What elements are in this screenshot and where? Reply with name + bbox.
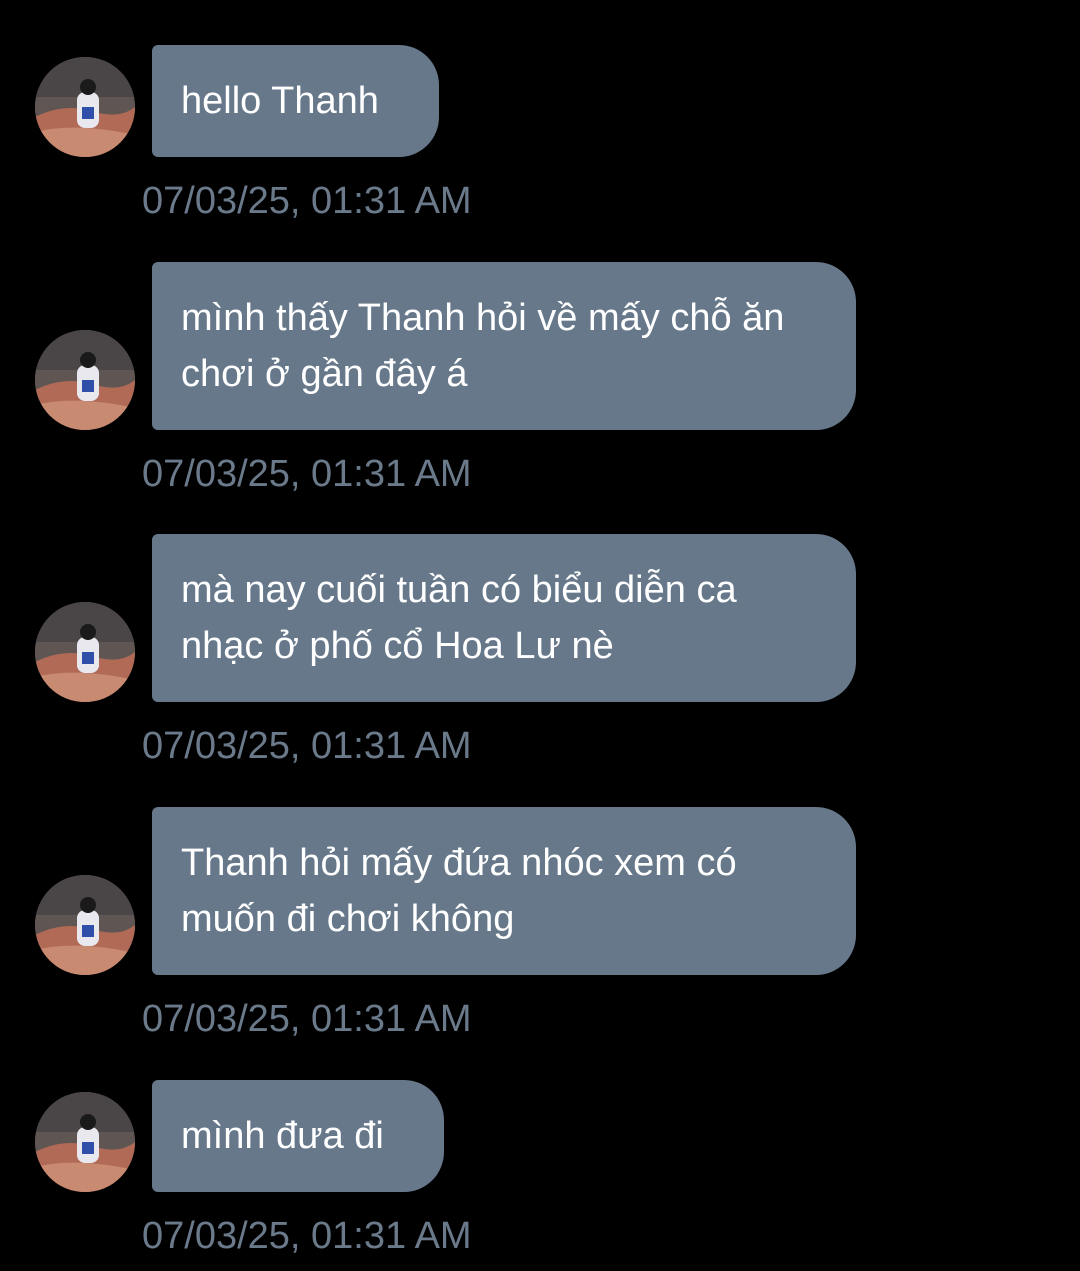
message-bubble[interactable]: mà nay cuối tuần có biểu diễn ca nhạc ở … bbox=[152, 534, 856, 702]
message-bubble[interactable]: hello Thanh bbox=[152, 45, 439, 157]
avatar[interactable] bbox=[35, 1092, 135, 1192]
user-avatar-photo-icon bbox=[35, 57, 135, 157]
message-bubble[interactable]: Thanh hỏi mấy đứa nhóc xem có muốn đi ch… bbox=[152, 807, 856, 975]
message-timestamp: 07/03/25, 01:31 AM bbox=[142, 453, 472, 495]
user-avatar-photo-icon bbox=[35, 1092, 135, 1192]
message-bubble[interactable]: mình thấy Thanh hỏi về mấy chỗ ăn chơi ở… bbox=[152, 262, 856, 430]
message-timestamp: 07/03/25, 01:31 AM bbox=[142, 725, 472, 767]
avatar[interactable] bbox=[35, 57, 135, 157]
avatar[interactable] bbox=[35, 875, 135, 975]
message-timestamp: 07/03/25, 01:31 AM bbox=[142, 1215, 472, 1257]
avatar[interactable] bbox=[35, 330, 135, 430]
user-avatar-photo-icon bbox=[35, 875, 135, 975]
user-avatar-photo-icon bbox=[35, 330, 135, 430]
avatar[interactable] bbox=[35, 602, 135, 702]
message-bubble[interactable]: mình đưa đi bbox=[152, 1080, 444, 1192]
user-avatar-photo-icon bbox=[35, 602, 135, 702]
message-timestamp: 07/03/25, 01:31 AM bbox=[142, 180, 472, 222]
message-timestamp: 07/03/25, 01:31 AM bbox=[142, 998, 472, 1040]
